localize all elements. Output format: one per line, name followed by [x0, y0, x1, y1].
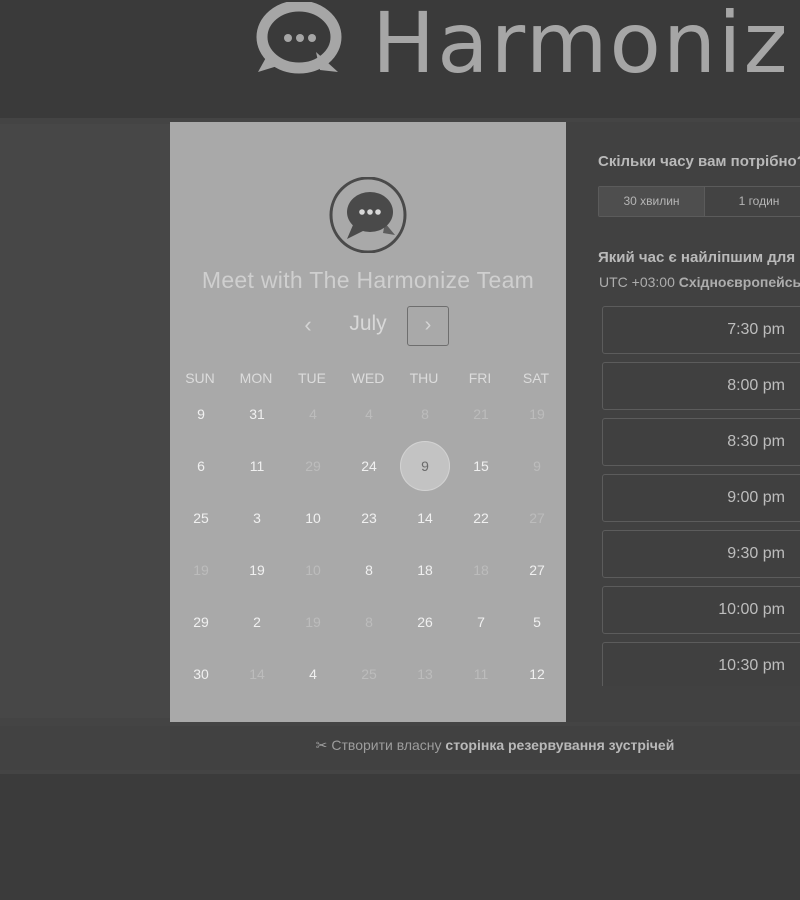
calendar-day: 4: [309, 406, 317, 422]
calendar-day: 18: [473, 562, 489, 578]
calendar-day[interactable]: 14: [400, 493, 450, 543]
time-slot-button[interactable]: 10:30 pm: [602, 642, 800, 686]
weekday-sat: SAT: [522, 370, 550, 386]
left-gutter: [0, 124, 170, 718]
calendar-day[interactable]: 29: [176, 597, 226, 647]
calendar-panel: Meet with The Harmonize Team ‹ July › SU…: [170, 122, 566, 722]
calendar-day[interactable]: 18: [400, 545, 450, 595]
calendar-day[interactable]: 10: [288, 493, 338, 543]
weekday-tue: TUE: [298, 370, 326, 386]
calendar-day[interactable]: 5: [512, 597, 562, 647]
weekday-fri: FRI: [468, 370, 492, 386]
calendar-day[interactable]: 31: [232, 389, 282, 439]
calendar-day[interactable]: 6: [176, 441, 226, 491]
calendar-day: 19: [193, 562, 209, 578]
month-label: July: [349, 312, 387, 335]
calendar-day[interactable]: 30: [176, 649, 226, 699]
calendar-day: 8: [421, 406, 429, 422]
calendar-day: 11: [473, 666, 489, 682]
calendar-day: 14: [249, 666, 265, 682]
footer-link-text: сторінка резервування зустрічей: [445, 737, 675, 753]
calendar-day[interactable]: 23: [344, 493, 394, 543]
calendar-day: 13: [417, 666, 433, 682]
calendar-day-selected[interactable]: 9: [400, 441, 450, 491]
weekday-header: SUN MON TUE WED THU FRI SAT: [170, 370, 566, 390]
calendar-day[interactable]: 26: [400, 597, 450, 647]
calendar-day[interactable]: 22: [456, 493, 506, 543]
duration-30-button[interactable]: 30 хвилин: [599, 187, 705, 216]
footer: ✂ Створити власну сторінка резервування з…: [170, 726, 800, 770]
time-slot-button[interactable]: 9:00 pm: [602, 474, 800, 522]
calendar-day[interactable]: 19: [232, 545, 282, 595]
duration-60-button[interactable]: 1 годин: [705, 187, 800, 216]
timezone-name: Східноєвропейський час: [678, 274, 800, 290]
calendar-day: 19: [305, 614, 321, 630]
create-booking-page-link[interactable]: ✂ Створити власну сторінка резервування з…: [170, 726, 800, 770]
calendar-day[interactable]: 15: [456, 441, 506, 491]
time-slot-button[interactable]: 8:00 pm: [602, 362, 800, 410]
duration-question: Скільки часу вам потрібно?: [598, 153, 800, 170]
footer-prefix: Створити власну: [331, 737, 442, 753]
weekday-wed: WED: [351, 370, 385, 386]
time-slot-button[interactable]: 10:00 pm: [602, 586, 800, 634]
timezone-selector[interactable]: UTC +03:00 Східноєвропейський час: [599, 274, 800, 290]
time-slot-button[interactable]: 8:30 pm: [602, 418, 800, 466]
time-slot-list[interactable]: 7:30 pm 8:00 pm 8:30 pm 9:00 pm 9:30 pm 10:00…: [602, 306, 800, 686]
brand-name: Harmoniz: [372, 0, 790, 92]
calendar-day[interactable]: 8: [344, 545, 394, 595]
booking-panel: Скільки часу вам потрібно? 30 хвилин 1 г…: [566, 122, 800, 722]
timezone-offset: UTC +03:00: [599, 274, 675, 290]
weekday-thu: THU: [409, 370, 439, 386]
time-slot-button[interactable]: 7:30 pm: [602, 306, 800, 354]
weekday-mon: MON: [239, 370, 273, 386]
next-month-button[interactable]: ›: [407, 306, 449, 346]
calendar-day: 29: [305, 458, 321, 474]
calendar-day[interactable]: 24: [344, 441, 394, 491]
time-slot-button[interactable]: 9:30 pm: [602, 530, 800, 578]
calendar-day[interactable]: 2: [232, 597, 282, 647]
calendar-day[interactable]: 9: [176, 389, 226, 439]
footer-gutter: [0, 726, 170, 770]
weekday-sun: SUN: [185, 370, 215, 386]
calendar-day: 9: [533, 458, 541, 474]
time-question: Який час є найліпшим для вас?: [598, 249, 800, 266]
calendar-day: 19: [529, 406, 545, 422]
calendar-day[interactable]: 11: [232, 441, 282, 491]
meeting-title: Meet with The Harmonize Team: [201, 267, 535, 293]
calendar-day: 25: [361, 666, 377, 682]
calendar-day: 21: [473, 406, 489, 422]
team-avatar-icon: [329, 177, 407, 253]
calendar-day[interactable]: 7: [456, 597, 506, 647]
calendar-day: 4: [365, 406, 373, 422]
calendar-day: 8: [365, 614, 373, 630]
calendar-day[interactable]: 4: [288, 649, 338, 699]
calendar-day[interactable]: 12: [512, 649, 562, 699]
prev-month-button[interactable]: ‹: [294, 314, 322, 338]
calendar-day[interactable]: 25: [176, 493, 226, 543]
harmonize-logo-icon: [256, 2, 342, 74]
calendar-day: 27: [529, 510, 545, 526]
calendar-day[interactable]: 3: [232, 493, 282, 543]
calendar-day[interactable]: 27: [512, 545, 562, 595]
calendar-day: 10: [305, 562, 321, 578]
month-navigation: ‹ July ›: [170, 306, 566, 346]
header: Harmoniz: [0, 0, 800, 118]
duration-selector: 30 хвилин 1 годин: [598, 186, 800, 217]
scissors-icon: ✂: [315, 737, 328, 753]
